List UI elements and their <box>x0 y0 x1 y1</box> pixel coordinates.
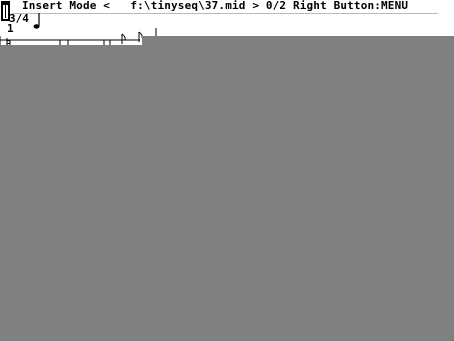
status-text: Insert Mode < f:\tinyseq\37.mid > 0/2 Ri… <box>22 0 408 12</box>
status-bar: Insert Mode < f:\tinyseq\37.mid > 0/2 Ri… <box>0 0 454 21</box>
file-path: f:\tinyseq\37.mid <box>130 0 246 12</box>
file-suffix: > <box>252 0 260 12</box>
page-indicator: 0/2 <box>265 0 287 12</box>
status-underline <box>12 13 438 14</box>
tinyseq-window: Insert Mode < f:\tinyseq\37.mid > 0/2 Ri… <box>0 0 454 341</box>
menu-hint: Right Button:MENU <box>292 0 409 12</box>
flag-icon <box>121 33 126 44</box>
file-prefix: < <box>103 0 111 12</box>
workspace-area[interactable] <box>0 45 454 341</box>
mode-label: Insert Mode <box>22 0 97 12</box>
